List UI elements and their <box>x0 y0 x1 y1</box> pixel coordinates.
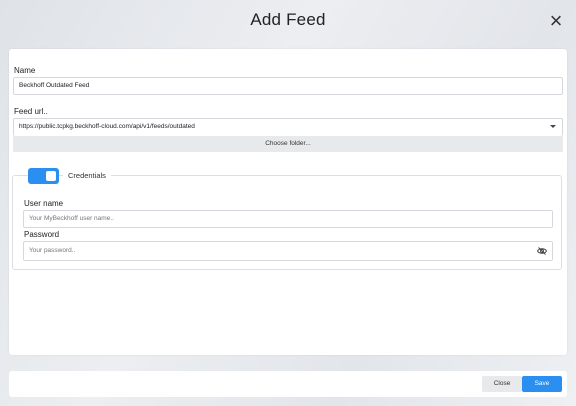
close-button[interactable]: Close <box>482 376 522 392</box>
chevron-down-icon[interactable] <box>550 125 556 128</box>
form-panel: Name Beckhoff Outdated Feed Feed url.. h… <box>9 49 567 355</box>
dialog-footer: Close Save <box>9 371 567 397</box>
credentials-legend: Credentials <box>63 171 111 180</box>
username-label: User name <box>24 199 64 208</box>
choose-folder-button[interactable]: Choose folder... <box>13 136 563 152</box>
save-button[interactable]: Save <box>522 376 562 392</box>
credentials-group: Credentials User name Your MyBeckhoff us… <box>12 168 562 270</box>
feed-url-select[interactable]: https://public.tcpkg.beckhoff-cloud.com/… <box>13 118 563 136</box>
username-input[interactable]: Your MyBeckhoff user name.. <box>23 210 553 228</box>
name-input[interactable]: Beckhoff Outdated Feed <box>13 77 563 95</box>
toggle-knob <box>46 171 56 181</box>
feed-url-label: Feed url.. <box>14 107 48 116</box>
dialog-title: Add Feed <box>250 10 326 29</box>
password-label: Password <box>24 230 60 239</box>
password-placeholder: Your password.. <box>29 247 76 254</box>
name-label: Name <box>14 66 36 75</box>
eye-slash-icon[interactable] <box>537 246 547 256</box>
password-input[interactable]: Your password.. <box>23 241 553 261</box>
credentials-toggle[interactable] <box>28 168 59 184</box>
close-icon[interactable]: × <box>546 9 566 33</box>
feed-url-value: https://public.tcpkg.beckhoff-cloud.com/… <box>19 123 195 130</box>
dialog-header: Add Feed × <box>0 0 576 46</box>
